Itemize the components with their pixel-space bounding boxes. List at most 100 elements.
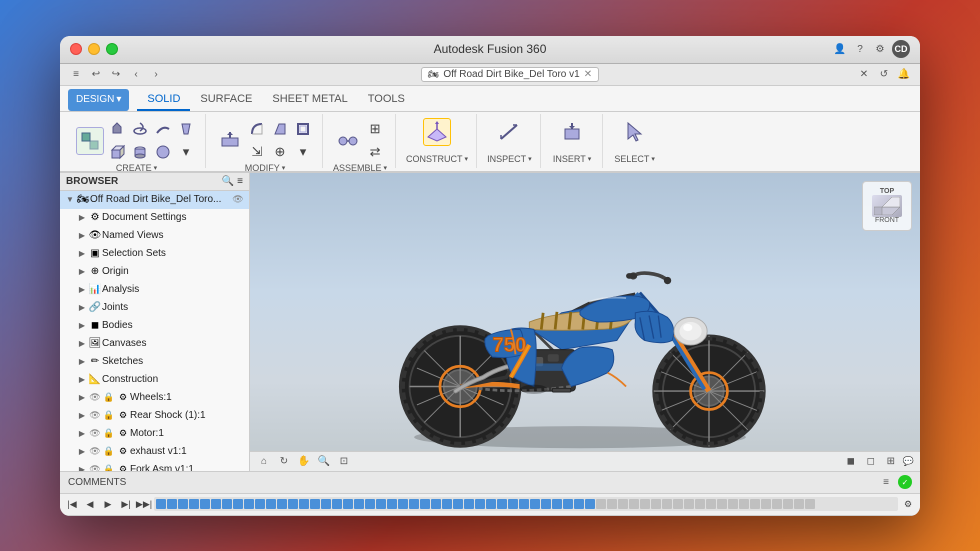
tree-item-exhaust[interactable]: ▶ 👁 🔒 ⚙ exhaust v1:1 <box>60 443 249 461</box>
timeline-cell[interactable] <box>717 499 727 509</box>
tree-arrow[interactable]: ▶ <box>76 320 88 332</box>
tree-eye-exhaust[interactable]: 👁 <box>88 445 102 459</box>
timeline-cell[interactable] <box>475 499 485 509</box>
timeline-cell[interactable] <box>387 499 397 509</box>
more-modify-icon[interactable]: ▾ <box>292 141 314 163</box>
view-cube-face[interactable] <box>872 195 902 217</box>
tree-item-joints[interactable]: ▶ 🔗 Joints <box>60 299 249 317</box>
tab-surface[interactable]: SURFACE <box>190 89 262 111</box>
tab-solid[interactable]: SOLID <box>137 89 190 111</box>
extrude-icon[interactable] <box>106 118 128 140</box>
box-icon[interactable] <box>106 141 128 163</box>
tree-item-sketches[interactable]: ▶ ✏ Sketches <box>60 353 249 371</box>
viewport[interactable]: TOP FRONT <box>250 173 920 471</box>
timeline-play-icon[interactable]: ▶ <box>100 496 116 512</box>
timeline-cell[interactable] <box>750 499 760 509</box>
sphere-icon[interactable] <box>152 141 174 163</box>
timeline-cell[interactable] <box>530 499 540 509</box>
timeline-cell[interactable] <box>365 499 375 509</box>
timeline-cell[interactable] <box>398 499 408 509</box>
tree-arrow[interactable]: ▼ <box>64 194 76 206</box>
timeline-cell[interactable] <box>299 499 309 509</box>
timeline-cell[interactable] <box>772 499 782 509</box>
timeline-cell[interactable] <box>189 499 199 509</box>
tree-item-fork-asm[interactable]: ▶ 👁 🔒 ⚙ Fork Asm v1:1 <box>60 461 249 471</box>
timeline-cell[interactable] <box>695 499 705 509</box>
timeline-cell[interactable] <box>453 499 463 509</box>
comments-expand-icon[interactable]: ≡ <box>878 474 894 490</box>
timeline-end-icon[interactable]: ▶▶| <box>136 496 152 512</box>
timeline-cell[interactable] <box>167 499 177 509</box>
tree-eye-wheels[interactable]: 👁 <box>88 391 102 405</box>
timeline-cell[interactable] <box>376 499 386 509</box>
tree-item-named-views[interactable]: ▶ 👁 Named Views <box>60 227 249 245</box>
tree-arrow[interactable]: ▶ <box>76 230 88 242</box>
tree-arrow[interactable]: ▶ <box>76 284 88 296</box>
timeline-cell[interactable] <box>420 499 430 509</box>
tree-lock-rear-shock[interactable]: 🔒 <box>102 409 116 423</box>
tree-eye-motor[interactable]: 👁 <box>88 427 102 441</box>
sweep-icon[interactable] <box>152 118 174 140</box>
minimize-button[interactable] <box>88 43 100 55</box>
tree-item-root[interactable]: ▼ 🏍 Off Road Dirt Bike_Del Toro... 👁 <box>60 191 249 209</box>
timeline-cell[interactable] <box>178 499 188 509</box>
shading-icon[interactable]: ◼ <box>843 453 859 469</box>
browser-search-icon[interactable]: 🔍 <box>222 176 234 187</box>
timeline-cell[interactable] <box>629 499 639 509</box>
timeline-cell[interactable] <box>552 499 562 509</box>
menu-icon[interactable]: ≡ <box>68 66 84 82</box>
timeline-cell[interactable] <box>431 499 441 509</box>
insert-derive-icon[interactable] <box>558 118 586 146</box>
shell-icon[interactable] <box>292 118 314 140</box>
tree-arrow[interactable]: ▶ <box>76 302 88 314</box>
timeline-cell[interactable] <box>156 499 166 509</box>
fillet-icon[interactable] <box>246 118 268 140</box>
tree-eye-rear-shock[interactable]: 👁 <box>88 409 102 423</box>
timeline-cell[interactable] <box>783 499 793 509</box>
press-pull-icon[interactable] <box>216 127 244 155</box>
timeline-cell[interactable] <box>288 499 298 509</box>
timeline-cell[interactable] <box>662 499 672 509</box>
select-cursor-icon[interactable] <box>621 118 649 146</box>
timeline-cell[interactable] <box>266 499 276 509</box>
tab-sheet-metal[interactable]: SHEET METAL <box>262 89 357 111</box>
browser-menu-icon[interactable]: ≡ <box>237 176 243 187</box>
measure-icon[interactable] <box>495 118 523 146</box>
file-tab-close[interactable]: ✕ <box>584 69 592 80</box>
close-tab-icon[interactable]: ✕ <box>856 66 872 82</box>
timeline-cell[interactable] <box>310 499 320 509</box>
design-button[interactable]: DESIGN ▾ <box>68 89 129 111</box>
more-create-icon[interactable]: ▾ <box>175 141 197 163</box>
combine-icon[interactable]: ⊕ <box>269 141 291 163</box>
timeline-cell[interactable] <box>640 499 650 509</box>
zoom-fit-icon[interactable]: ⊡ <box>336 453 352 469</box>
tree-item-analysis[interactable]: ▶ 📊 Analysis <box>60 281 249 299</box>
orbit-icon[interactable]: ↻ <box>276 453 292 469</box>
timeline-cell[interactable] <box>464 499 474 509</box>
timeline-cell[interactable] <box>574 499 584 509</box>
tree-arrow[interactable]: ▶ <box>76 464 88 471</box>
loft-icon[interactable] <box>175 118 197 140</box>
timeline-cell[interactable] <box>354 499 364 509</box>
refresh-icon[interactable]: ↺ <box>876 66 892 82</box>
tree-arrow[interactable]: ▶ <box>76 248 88 260</box>
user-avatar[interactable]: CD <box>892 40 910 58</box>
display-settings-icon[interactable]: ⊞ <box>883 453 899 469</box>
motion-link-icon[interactable]: ⇄ <box>364 141 386 163</box>
tab-tools[interactable]: TOOLS <box>358 89 415 111</box>
zoom-icon[interactable]: 🔍 <box>316 453 332 469</box>
timeline-cell[interactable] <box>497 499 507 509</box>
timeline-cell[interactable] <box>255 499 265 509</box>
undo-icon[interactable]: ↩ <box>88 66 104 82</box>
tree-item-rear-shock[interactable]: ▶ 👁 🔒 ⚙ Rear Shock (1):1 <box>60 407 249 425</box>
back-icon[interactable]: ‹ <box>128 66 144 82</box>
timeline-next-icon[interactable]: ▶| <box>118 496 134 512</box>
timeline-cell[interactable] <box>761 499 771 509</box>
home-view-icon[interactable]: ⌂ <box>256 453 272 469</box>
timeline-cell[interactable] <box>233 499 243 509</box>
timeline-cell[interactable] <box>508 499 518 509</box>
tree-arrow[interactable]: ▶ <box>76 446 88 458</box>
timeline-cell[interactable] <box>684 499 694 509</box>
timeline-cell[interactable] <box>596 499 606 509</box>
tree-item-bodies[interactable]: ▶ ◼ Bodies <box>60 317 249 335</box>
